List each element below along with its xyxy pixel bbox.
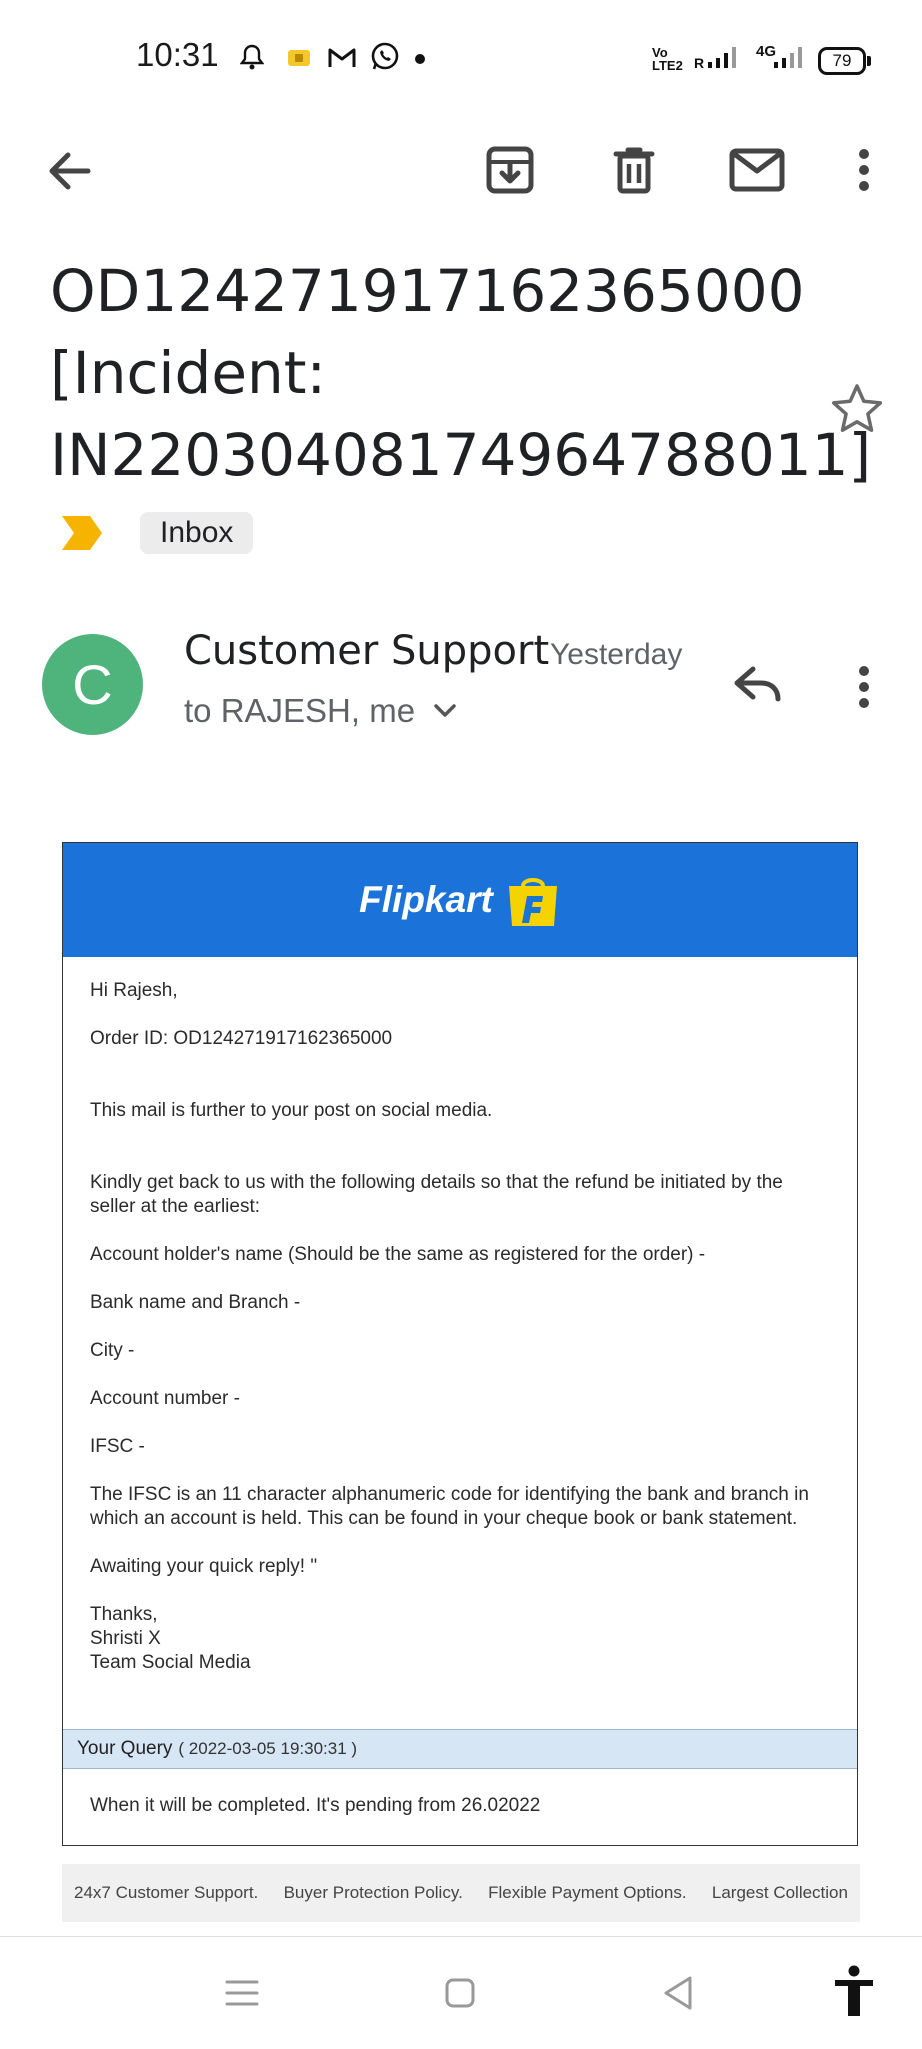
roaming-label: R — [694, 55, 705, 71]
sent-time: Yesterday — [550, 638, 683, 671]
signature-team: Team Social Media — [90, 1652, 251, 1673]
reply-button[interactable] — [726, 660, 790, 710]
footer-item: Largest Collection — [711, 1883, 848, 1902]
star-icon — [831, 384, 883, 432]
awaiting-reply: Awaiting your quick reply! " — [90, 1556, 318, 1577]
field-account-holder: Account holder's name (Should be the sam… — [90, 1244, 706, 1265]
arrow-left-icon — [49, 152, 91, 190]
volte-label: Vo LTE2 — [652, 45, 683, 73]
notification-bell-icon — [239, 44, 265, 75]
query-label: Your Query — [77, 1738, 173, 1759]
home-button[interactable] — [434, 1967, 486, 2019]
recipients-toggle[interactable]: to RAJESH, me — [184, 692, 457, 730]
avatar[interactable]: C — [42, 634, 143, 735]
back-button[interactable] — [40, 144, 100, 198]
footer-item: 24x7 Customer Support. — [74, 1883, 259, 1902]
recents-button[interactable] — [216, 1967, 268, 2019]
battery-indicator: 79 — [818, 47, 871, 75]
whatsapp-icon — [370, 42, 400, 77]
more-notifications-dot — [415, 54, 425, 64]
inbox-label-chip[interactable]: Inbox — [140, 512, 254, 554]
field-bank: Bank name and Branch - — [90, 1292, 301, 1313]
toolbar — [0, 130, 922, 210]
field-account-number: Account number - — [90, 1388, 240, 1409]
paragraph-2: Kindly get back to us with the following… — [90, 1172, 783, 1217]
trash-icon — [613, 147, 655, 194]
signature-thanks: Thanks, — [90, 1604, 158, 1625]
chevron-down-icon — [434, 704, 456, 717]
greeting: Hi Rajesh, — [90, 980, 178, 1001]
field-city: City - — [90, 1340, 135, 1361]
archive-button[interactable] — [480, 140, 540, 200]
status-bar: 10:31 Vo LTE2 R 4G 79 — [0, 0, 922, 118]
more-vert-icon — [859, 666, 869, 708]
brand-logo-text: Flipkart — [359, 879, 493, 920]
email-footer-strip: 24x7 Customer Support. Buyer Protection … — [62, 1864, 860, 1922]
menu-icon — [225, 1980, 259, 2006]
flipkart-banner: Flipkart — [63, 843, 857, 957]
email-body-card: Flipkart Hi Rajesh, Order ID: OD12427191… — [62, 842, 858, 1846]
status-time: 10:31 — [136, 36, 219, 73]
sender-name: Customer Support — [184, 628, 550, 674]
reply-icon — [734, 666, 781, 702]
gmail-icon — [328, 47, 356, 74]
ifsc-note: The IFSC is an 11 character alphanumeric… — [90, 1484, 809, 1529]
message-more-button[interactable] — [846, 660, 882, 714]
your-query-header: Your Query ( 2022-03-05 19:30:31 ) — [63, 1729, 857, 1769]
back-nav-button[interactable] — [652, 1967, 704, 2019]
importance-marker-icon — [62, 516, 102, 550]
signal-strength-2-icon — [768, 44, 804, 75]
footer-item: Flexible Payment Options. — [488, 1883, 687, 1902]
more-vert-icon — [859, 149, 869, 191]
app-notification-icon — [288, 50, 310, 71]
mail-icon — [729, 148, 785, 192]
system-nav-bar — [0, 1936, 922, 2049]
email-message: Hi Rajesh, Order ID: OD12427191716236500… — [63, 957, 857, 1675]
home-square-icon — [445, 1978, 475, 2008]
archive-icon — [486, 146, 534, 194]
footer-item: Buyer Protection Policy. — [283, 1883, 463, 1902]
order-id: Order ID: OD124271917162365000 — [90, 1028, 393, 1049]
paragraph-1: This mail is further to your post on soc… — [90, 1100, 493, 1121]
delete-button[interactable] — [604, 140, 664, 200]
accessibility-icon — [835, 1965, 873, 2016]
query-timestamp: ( 2022-03-05 19:30:31 ) — [178, 1739, 358, 1758]
more-options-button[interactable] — [846, 140, 882, 200]
field-ifsc: IFSC - — [90, 1436, 145, 1457]
accessibility-button[interactable] — [826, 1961, 882, 2021]
query-text: When it will be completed. It's pending … — [90, 1795, 541, 1816]
signature-name: Shristi X — [90, 1628, 161, 1649]
label-row: Inbox — [60, 510, 254, 556]
shopping-bag-logo-icon — [505, 874, 561, 926]
recipients-text: to RAJESH, me — [184, 692, 416, 729]
signal-strength-icon — [708, 44, 744, 75]
email-subject: OD124271917162365000 [Incident: IN220304… — [50, 257, 872, 489]
star-button[interactable] — [830, 382, 884, 439]
signature: Thanks, Shristi X Team Social Media — [90, 1603, 830, 1675]
mark-unread-button[interactable] — [724, 142, 790, 198]
triangle-back-icon — [664, 1976, 692, 2010]
